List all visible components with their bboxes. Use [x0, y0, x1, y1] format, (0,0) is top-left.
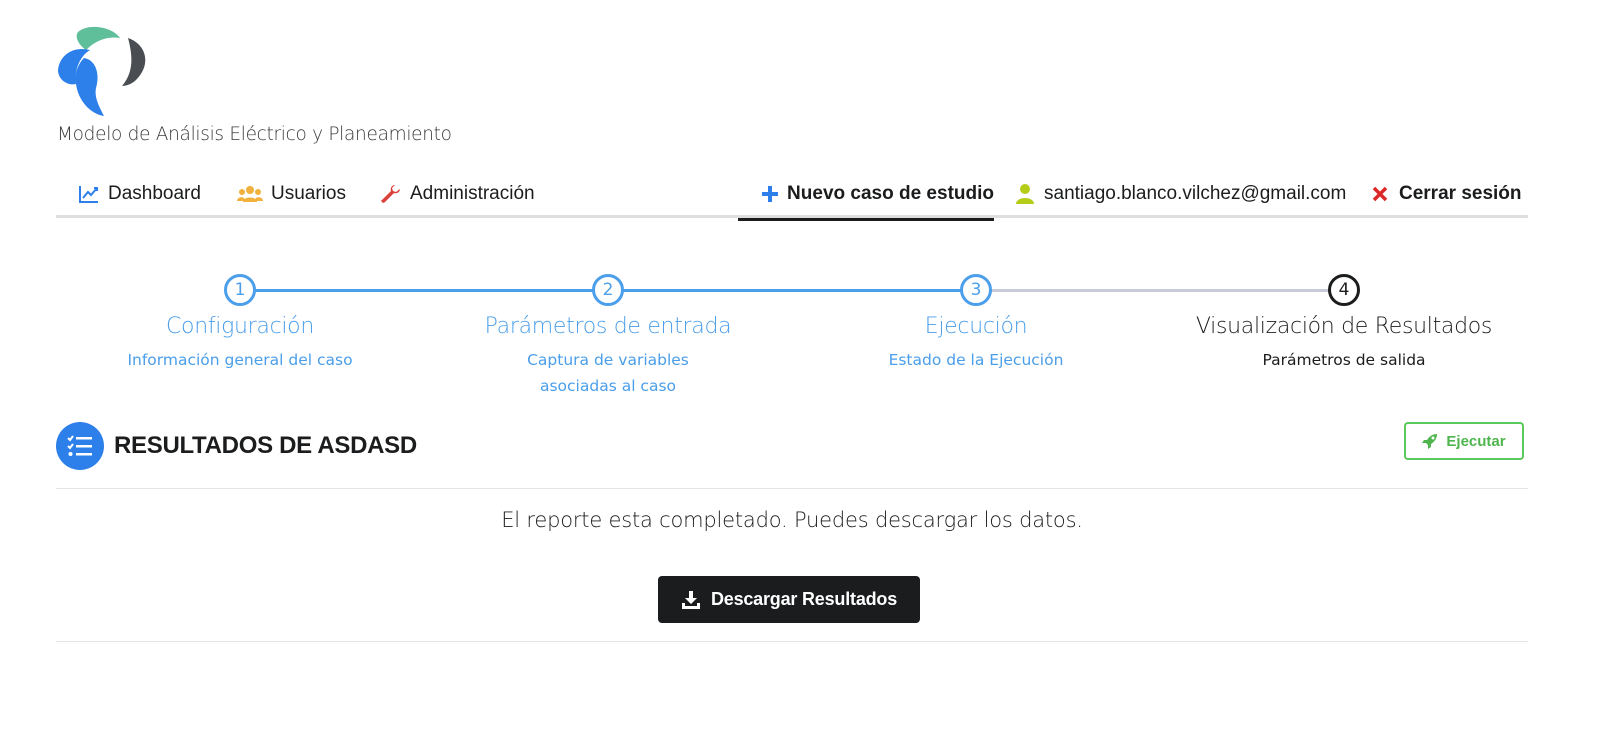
menu-item-usuarios[interactable]: Usuarios — [237, 170, 346, 218]
chart-line-icon — [78, 183, 100, 205]
step-number: 4 — [1328, 274, 1360, 306]
step-configuracion[interactable]: 1 Configuración Información general del … — [80, 270, 400, 373]
run-button-label: Ejecutar — [1446, 432, 1506, 450]
step-title: Ejecución — [924, 314, 1028, 339]
logout-label: Cerrar sesión — [1399, 183, 1522, 204]
user-email: santiago.blanco.vilchez@gmail.com — [1044, 183, 1347, 204]
step-subtitle-line-2: asociadas al caso — [539, 377, 677, 395]
step-title: Visualización de Resultados — [1195, 314, 1493, 339]
step-number: 3 — [960, 274, 992, 306]
rocket-icon — [1422, 433, 1438, 449]
menu-item-label: Administración — [410, 183, 535, 204]
step-visualizacion-resultados[interactable]: 4 Visualización de Resultados Parámetros… — [1184, 270, 1504, 373]
step-subtitle-line-1: Captura de variables — [527, 351, 689, 369]
divider-bottom — [56, 641, 1528, 642]
users-icon — [237, 183, 263, 205]
step-subtitle: Parámetros de salida — [1262, 351, 1426, 369]
main-menu: Dashboard Usuarios Administración Nuevo … — [56, 170, 1528, 221]
menu-item-user[interactable]: santiago.blanco.vilchez@gmail.com — [1014, 170, 1346, 218]
app-title: Modelo de Análisis Eléctrico y Planeamie… — [57, 124, 452, 145]
close-icon — [1369, 183, 1391, 205]
download-results-button[interactable]: Descargar Resultados — [658, 576, 920, 623]
wrench-icon — [380, 183, 402, 205]
menu-item-administracion[interactable]: Administración — [380, 170, 535, 218]
menu-item-nuevo-caso[interactable]: Nuevo caso de estudio — [738, 170, 994, 221]
report-message: El reporte esta completado. Puedes desca… — [501, 508, 1083, 532]
step-subtitle: Estado de la Ejecución — [888, 351, 1064, 369]
list-check-icon — [56, 422, 104, 470]
menu-item-dashboard[interactable]: Dashboard — [78, 170, 201, 218]
results-header: RESULTADOS DE ASDASD Ejecutar — [56, 422, 1528, 470]
app-logo — [56, 24, 152, 120]
plus-icon — [760, 183, 779, 205]
menu-item-label: Dashboard — [108, 183, 201, 204]
step-ejecucion[interactable]: 3 Ejecución Estado de la Ejecución — [816, 270, 1136, 373]
menu-item-label: Nuevo caso de estudio — [787, 183, 994, 204]
logout-button[interactable]: Cerrar sesión — [1369, 170, 1522, 218]
step-parametros-entrada[interactable]: 2 Parámetros de entrada Captura de varia… — [448, 270, 768, 399]
step-number: 2 — [592, 274, 624, 306]
step-title: Parámetros de entrada — [484, 314, 732, 339]
step-subtitle: Información general del caso — [127, 351, 353, 369]
divider-top — [56, 488, 1528, 489]
results-title: RESULTADOS DE ASDASD — [114, 432, 417, 459]
menu-item-label: Usuarios — [271, 183, 346, 204]
step-number: 1 — [224, 274, 256, 306]
step-subtitle: Captura de variables asociadas al caso — [448, 347, 768, 399]
download-button-label: Descargar Resultados — [710, 589, 898, 609]
wizard-steps: 1 Configuración Información general del … — [56, 270, 1528, 410]
user-icon — [1014, 183, 1036, 205]
download-icon — [681, 590, 701, 610]
step-title: Configuración — [165, 314, 314, 339]
run-button[interactable]: Ejecutar — [1404, 422, 1524, 460]
